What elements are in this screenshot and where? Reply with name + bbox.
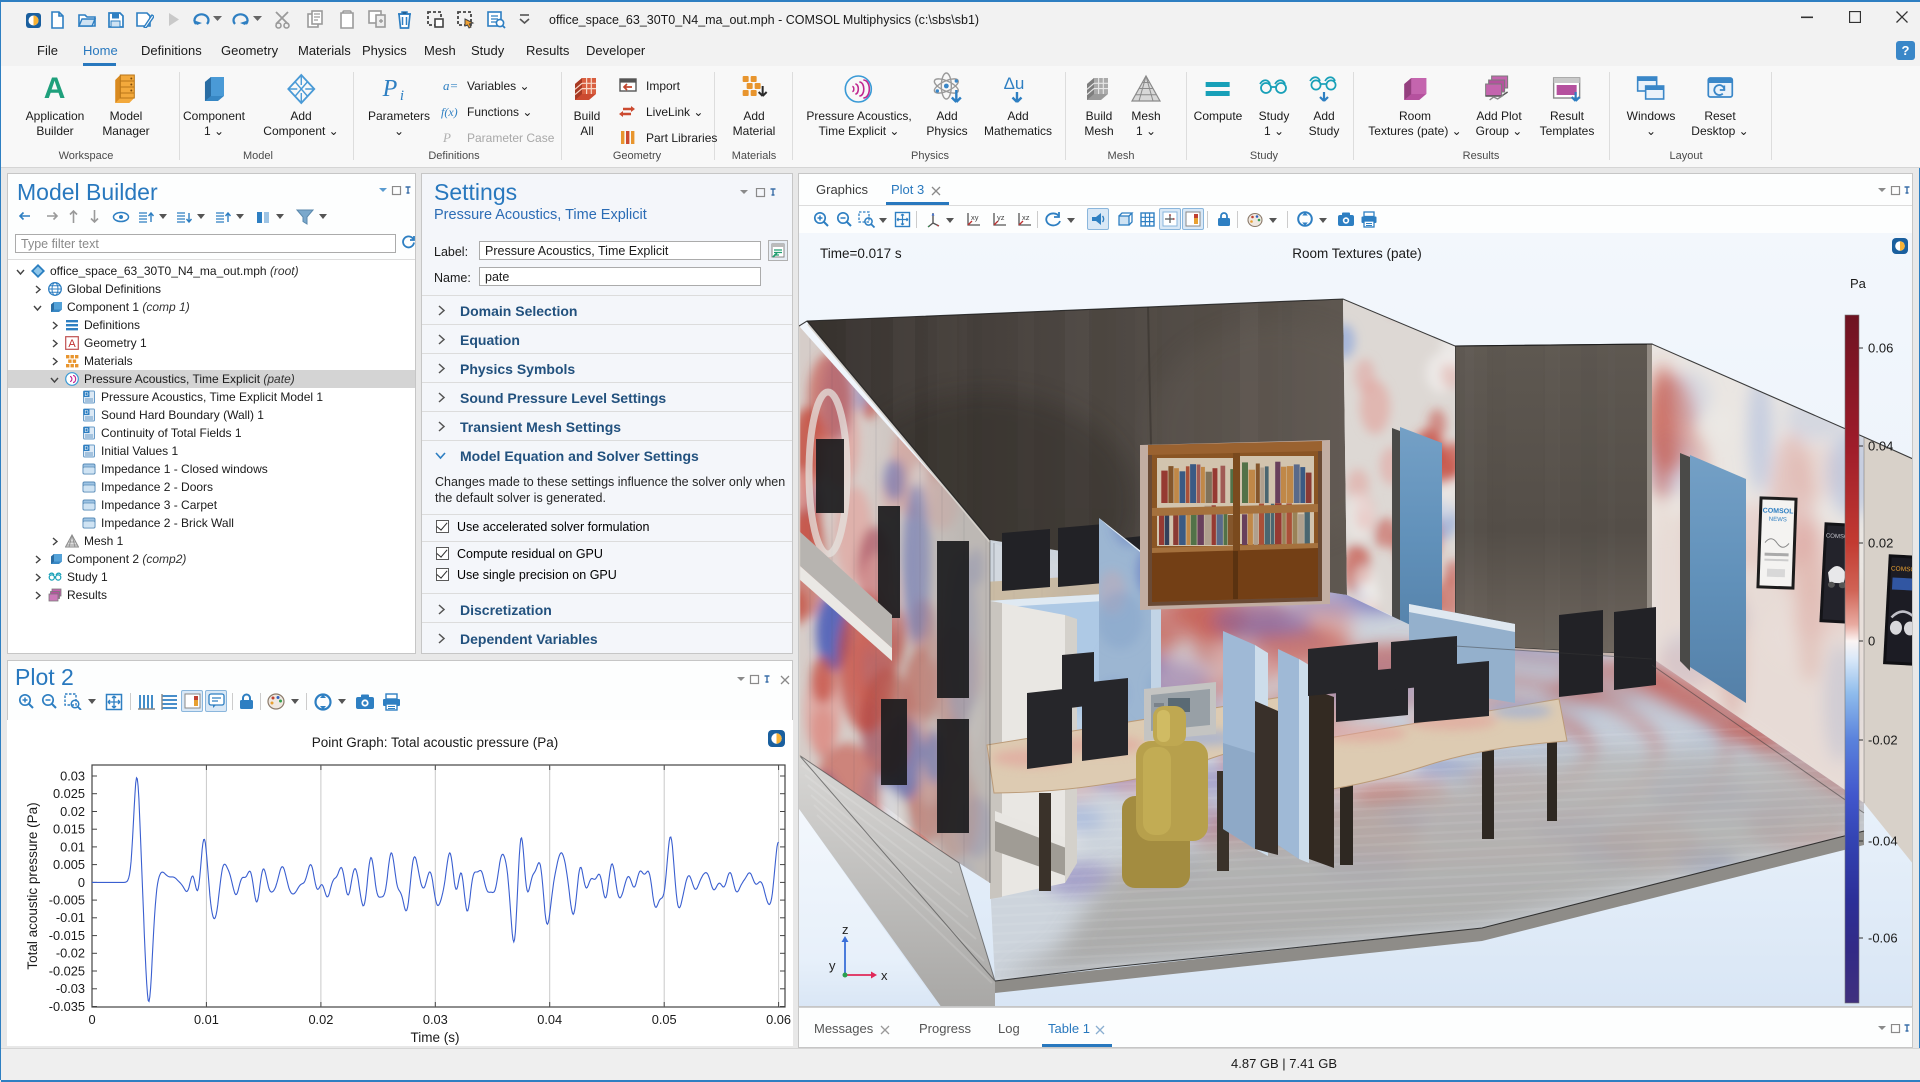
svg-text:Δu: Δu [1004,74,1025,93]
svg-text:-0.02: -0.02 [1868,733,1898,748]
svg-text:y: y [829,958,836,973]
svg-text:Pa: Pa [1850,276,1867,291]
svg-text:NEWS: NEWS [1769,517,1787,524]
svg-text:yz: yz [997,213,1005,222]
svg-text:0: 0 [78,875,85,890]
svg-text:0.015: 0.015 [53,822,85,837]
svg-text:-0.015: -0.015 [49,928,85,943]
svg-text:f(x): f(x) [441,105,458,119]
svg-text:0.025: 0.025 [53,786,85,801]
svg-text:xz: xz [1022,213,1030,222]
svg-text:P: P [442,130,451,145]
svg-text:Time (s): Time (s) [411,1030,460,1045]
svg-text:0.05: 0.05 [652,1012,677,1027]
svg-text:x: x [881,968,888,983]
svg-text:D: D [85,428,89,434]
svg-text:-0.005: -0.005 [49,893,85,908]
svg-text:0.06: 0.06 [1868,341,1893,356]
svg-text:0.03: 0.03 [60,768,85,783]
svg-text:0.04: 0.04 [1868,439,1893,454]
svg-text:0.04: 0.04 [537,1012,562,1027]
svg-text:0: 0 [1868,634,1875,649]
svg-text:xy: xy [971,213,979,222]
svg-text:0.02: 0.02 [60,804,85,819]
svg-text:Total acoustic pressure (Pa): Total acoustic pressure (Pa) [25,802,40,969]
svg-text:0.02: 0.02 [308,1012,333,1027]
svg-text:A: A [68,338,76,350]
svg-text:A: A [44,72,66,105]
svg-text:0.01: 0.01 [194,1012,219,1027]
svg-text:0.005: 0.005 [53,857,85,872]
svg-text:D: D [85,392,89,398]
svg-text:D: D [85,446,89,452]
svg-text:0.02: 0.02 [1868,536,1893,551]
svg-text:i: i [400,88,404,104]
svg-text:z: z [842,922,849,937]
svg-text:-0.04: -0.04 [1868,834,1898,849]
svg-text:P: P [382,76,398,102]
svg-text:0.03: 0.03 [423,1012,448,1027]
svg-text:0.01: 0.01 [60,839,85,854]
svg-text:-0.02: -0.02 [56,946,85,961]
svg-text:-0.035: -0.035 [49,999,85,1014]
svg-text:-0.03: -0.03 [56,981,85,996]
svg-text:D: D [85,410,89,416]
svg-text:-0.025: -0.025 [49,963,85,978]
svg-text:Time=0.017 s: Time=0.017 s [820,246,902,261]
svg-text:Room Textures (pate): Room Textures (pate) [1292,246,1422,261]
svg-text:a=: a= [443,78,458,93]
svg-text:0.06: 0.06 [766,1012,791,1027]
svg-text:COMSOL: COMSOL [1763,507,1795,515]
svg-text:-0.01: -0.01 [56,910,85,925]
svg-text:-0.06: -0.06 [1868,931,1898,946]
svg-text:0: 0 [88,1012,95,1027]
svg-text:Point Graph: Total acoustic pr: Point Graph: Total acoustic pressure (Pa… [312,735,559,750]
